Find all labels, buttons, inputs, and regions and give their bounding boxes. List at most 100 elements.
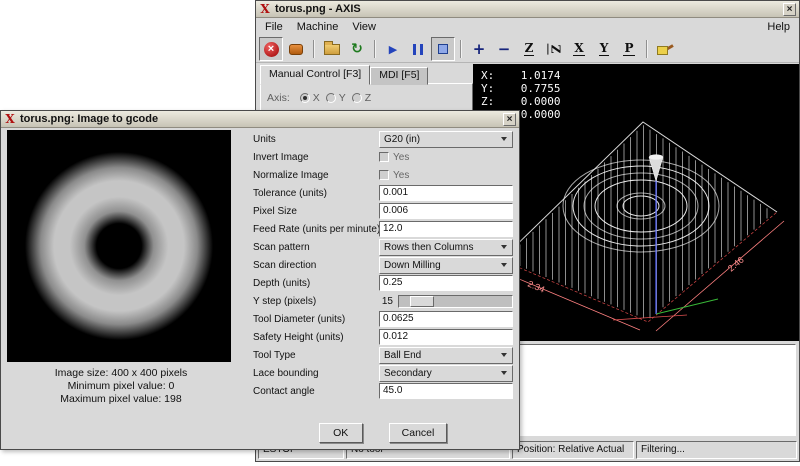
axis-app-icon (259, 3, 271, 16)
dialog-titlebar[interactable]: torus.png: Image to gcode (1, 111, 519, 128)
field-label: Pixel Size (253, 206, 379, 217)
lace-bounding-dropdown[interactable]: Secondary (379, 365, 513, 382)
scan-pattern-dropdown[interactable]: Rows then Columns (379, 239, 513, 256)
zoom-in-button[interactable] (467, 37, 491, 61)
toolbar-separator (646, 40, 648, 58)
stop-button[interactable] (431, 37, 455, 61)
menu-help[interactable]: Help (760, 19, 797, 35)
normalize-image-checkbox[interactable] (379, 170, 389, 180)
view-p-button[interactable] (617, 37, 641, 61)
axis-toolbar (256, 36, 799, 63)
chevron-down-icon (501, 371, 507, 375)
radio-icon (300, 93, 310, 103)
tool-cone (649, 157, 663, 181)
y-step-pixels-slider[interactable] (398, 295, 513, 308)
image-to-gcode-dialog: torus.png: Image to gcode Image size: 40… (0, 110, 520, 450)
axis-radio-y[interactable]: Y (326, 92, 346, 104)
field-row-safety-height-units: Safety Height (units)0.012 (253, 328, 513, 346)
menu-file[interactable]: File (258, 19, 290, 35)
image-info-line: Image size: 400 x 400 pixels (1, 367, 241, 380)
stop-icon (438, 44, 448, 54)
run-icon (389, 44, 397, 55)
field-row-depth-units: Depth (units)0.25 (253, 274, 513, 292)
tab-manual-control[interactable]: Manual Control [F3] (260, 65, 370, 85)
zoom-out-icon (498, 42, 511, 56)
radio-icon (326, 93, 336, 103)
open-file-button[interactable] (320, 37, 344, 61)
view-z-icon (524, 42, 535, 56)
pause-icon (413, 44, 423, 55)
clear-plot-button[interactable] (653, 37, 677, 61)
feed-rate-units-per-minute-input[interactable]: 12.0 (379, 221, 513, 237)
raster-toolpath (507, 125, 767, 318)
clear-plot-icon (657, 42, 673, 56)
chevron-down-icon (501, 263, 507, 267)
view-x-icon (573, 42, 584, 56)
pixel-size-input[interactable]: 0.006 (379, 203, 513, 219)
slider-thumb[interactable] (410, 296, 434, 307)
field-row-normalize-image: Normalize ImageYes (253, 166, 513, 184)
axis-titlebar[interactable]: torus.png - AXIS (256, 1, 799, 18)
cancel-button[interactable]: Cancel (389, 423, 448, 443)
view-y-button[interactable] (592, 37, 616, 61)
view-z-rot-button[interactable] (542, 37, 566, 61)
dialog-title: torus.png: Image to gcode (20, 113, 499, 125)
toolbar-separator (313, 40, 315, 58)
zoom-out-button[interactable] (492, 37, 516, 61)
tool-cone-top (649, 154, 663, 159)
tab-bar: Manual Control [F3]MDI [F5] (260, 65, 428, 85)
tab-mdi[interactable]: MDI [F5] (370, 67, 428, 85)
preview-3d[interactable]: 2.34 2.46 X: 1.0174Y: 0.7755Z: 0.0000 0.… (473, 64, 799, 341)
toolbar-separator (374, 40, 376, 58)
toolbar-separator (460, 40, 462, 58)
pause-button[interactable] (406, 37, 430, 61)
safety-height-units-input[interactable]: 0.012 (379, 329, 513, 345)
tool-diameter-units-input[interactable]: 0.0625 (379, 311, 513, 327)
dimension-y-label: 2.46 (726, 255, 746, 274)
view-z-button[interactable] (517, 37, 541, 61)
dialog-close-button[interactable] (503, 113, 516, 126)
axis-label: Axis: (267, 92, 290, 104)
dialog-buttons: OK Cancel (253, 423, 513, 443)
image-info-line: Maximum pixel value: 198 (1, 393, 241, 406)
dialog-body: Image size: 400 x 400 pixelsMinimum pixe… (1, 128, 519, 449)
axis-radio-z[interactable]: Z (352, 92, 371, 104)
reload-button[interactable] (345, 37, 369, 61)
estop-button[interactable] (259, 37, 283, 61)
field-row-invert-image: Invert ImageYes (253, 148, 513, 166)
tool-type-dropdown[interactable]: Ball End (379, 347, 513, 364)
field-label: Lace bounding (253, 368, 379, 379)
field-row-y-step-pixels: Y step (pixels)15 (253, 292, 513, 310)
run-button[interactable] (381, 37, 405, 61)
view-x-button[interactable] (567, 37, 591, 61)
field-row-feed-rate-units-per-minute: Feed Rate (units per minute)12.0 (253, 220, 513, 238)
axis-window-title: torus.png - AXIS (275, 3, 779, 15)
dro-line: Y: 0.7755 (481, 82, 560, 95)
view-y-icon (599, 42, 610, 56)
machine-power-button[interactable] (284, 37, 308, 61)
invert-image-checkbox[interactable] (379, 152, 389, 162)
field-label: Tool Type (253, 350, 379, 361)
axis-menubar: FileMachineView Help (256, 18, 799, 36)
field-row-scan-direction: Scan directionDown Milling (253, 256, 513, 274)
field-label: Contact angle (253, 386, 379, 397)
menu-view[interactable]: View (345, 19, 383, 35)
screen: torus.png - AXIS FileMachineView Help Man… (0, 0, 800, 466)
tolerance-units-input[interactable]: 0.001 (379, 185, 513, 201)
field-row-scan-pattern: Scan patternRows then Columns (253, 238, 513, 256)
dialog-app-icon (4, 113, 16, 126)
field-row-tolerance-units: Tolerance (units)0.001 (253, 184, 513, 202)
zoom-in-icon (473, 42, 486, 56)
field-row-tool-type: Tool TypeBall End (253, 346, 513, 364)
axis-select-row: Axis: XYZ (261, 84, 472, 112)
axis-close-button[interactable] (783, 3, 796, 16)
contact-angle-input[interactable]: 45.0 (379, 383, 513, 399)
scan-direction-dropdown[interactable]: Down Milling (379, 257, 513, 274)
status-filtering: Filtering... (636, 441, 797, 459)
depth-units-input[interactable]: 0.25 (379, 275, 513, 291)
chevron-down-icon (501, 245, 507, 249)
menu-machine[interactable]: Machine (290, 19, 346, 35)
axis-radio-x[interactable]: X (300, 92, 320, 104)
units-dropdown[interactable]: G20 (in) (379, 131, 513, 148)
ok-button[interactable]: OK (319, 423, 363, 443)
